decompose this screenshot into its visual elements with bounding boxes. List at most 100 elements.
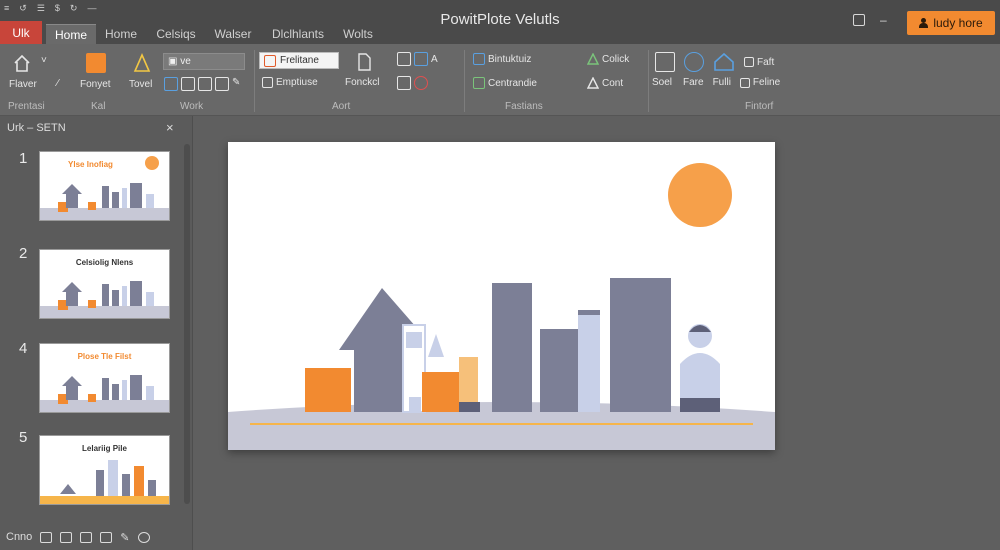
- house-icon[interactable]: [713, 52, 735, 72]
- pane-scrollbar[interactable]: [184, 144, 190, 504]
- tab-wolts[interactable]: Wolts: [338, 24, 378, 44]
- link-icon[interactable]: [181, 77, 195, 91]
- home-paste-icon: [14, 54, 30, 72]
- comment-icon[interactable]: [100, 531, 113, 543]
- word-tools-row: [164, 77, 229, 91]
- mid-bar: [540, 329, 578, 412]
- qat-redo-icon[interactable]: ↻: [70, 3, 78, 14]
- select-icon[interactable]: [744, 57, 754, 67]
- slide-thumbnail-pane: Urk – SETN × 1 Ylse Inofiag 2 Celsiolig …: [0, 116, 193, 550]
- orange-format-icon: [86, 53, 106, 73]
- minimize-icon[interactable]: –: [880, 14, 892, 26]
- tab-celsiqs[interactable]: Celsiqs: [150, 24, 202, 44]
- chart-icon[interactable]: [414, 52, 428, 66]
- font-combo[interactable]: ▣ ve: [163, 53, 245, 70]
- bullets-label: Bintuktuiz: [488, 53, 532, 65]
- slide-canvas[interactable]: [228, 142, 775, 450]
- thumbnail-illustration: [40, 375, 169, 412]
- colick-button[interactable]: Colick: [587, 53, 629, 65]
- group-label-clipboard: Prentasi: [8, 101, 45, 112]
- edit-pen-icon[interactable]: ✎: [120, 531, 129, 544]
- format-painter-icon[interactable]: ∕: [57, 78, 59, 89]
- qat-menu-icon[interactable]: ≡: [4, 3, 9, 14]
- picture-icon[interactable]: [164, 77, 178, 91]
- person-body: [680, 353, 720, 398]
- shape-icon[interactable]: [198, 77, 212, 91]
- qat-customize-icon[interactable]: —: [87, 3, 96, 14]
- centrandie-button[interactable]: Centrandie: [473, 77, 537, 89]
- faft-label[interactable]: Faft: [757, 57, 774, 68]
- grid-icon[interactable]: [655, 52, 675, 72]
- feline-label[interactable]: Feline: [753, 77, 780, 88]
- centrandie-label: Centrandie: [488, 77, 537, 89]
- document-icon[interactable]: [357, 53, 371, 71]
- slide-thumbnail-4[interactable]: Plose Tle Filst: [39, 343, 170, 413]
- tab-walser[interactable]: Walser: [210, 24, 256, 44]
- tab-dlclhlants[interactable]: Dlclhlants: [266, 24, 330, 44]
- cont-button[interactable]: Cont: [587, 77, 623, 89]
- bullets-button[interactable]: Bintuktuiz: [473, 53, 531, 65]
- pen-icon[interactable]: ✎: [232, 77, 240, 88]
- tovel-button[interactable]: [133, 53, 151, 73]
- triangle-icon: [133, 53, 151, 72]
- record-tools-row: [397, 76, 428, 90]
- slide-thumbnail-5[interactable]: Lelariig Pile: [39, 435, 170, 505]
- box-icon[interactable]: [397, 76, 411, 90]
- slide-number: 2: [19, 245, 28, 262]
- slide-thumbnail-2[interactable]: Celsiolig Nlens: [39, 249, 170, 319]
- text-tools-row: A: [397, 52, 438, 66]
- slim-bar: [578, 314, 600, 412]
- slide-illustration: [228, 163, 775, 450]
- pane-statusbar: Cnno ✎: [0, 524, 193, 550]
- refresh-icon[interactable]: [137, 531, 150, 543]
- tab-file[interactable]: Ulk: [0, 21, 42, 44]
- fonyet-label: Fonyet: [80, 79, 111, 90]
- outline-icon: [587, 77, 599, 89]
- soel-label[interactable]: Soel: [652, 77, 672, 88]
- slide-number: 1: [19, 150, 28, 167]
- find-icon[interactable]: [684, 52, 704, 72]
- paste-label: Flaver: [9, 79, 37, 90]
- small-window: [409, 397, 421, 412]
- qat-dollar-icon[interactable]: $: [55, 3, 60, 14]
- notes-icon[interactable]: [80, 531, 93, 543]
- paste-button[interactable]: [12, 53, 32, 73]
- cream-block: [459, 357, 478, 402]
- bullets-icon: [473, 53, 485, 65]
- person-icon: [919, 18, 929, 28]
- fonckcl-label[interactable]: Fonckcl: [345, 77, 379, 88]
- emptiuse-label: Emptiuse: [276, 77, 318, 88]
- editing-labels-row: Soel Fare Fulli Feline: [652, 77, 780, 88]
- paste-dropdown[interactable]: ˅: [41, 55, 47, 66]
- title-bar: ≡ ↺ ☰ $ ↻ — Ulk Home Home Celsiqs Walser…: [0, 0, 1000, 44]
- person-hair: [689, 325, 711, 332]
- ribbon-separator: [254, 50, 255, 112]
- image-icon[interactable]: [397, 52, 411, 66]
- fare-label[interactable]: Fare: [683, 77, 704, 88]
- text-a-icon[interactable]: A: [431, 54, 438, 65]
- window-title: PowitPlote Velutls: [440, 11, 560, 28]
- normal-view-icon[interactable]: [40, 531, 53, 543]
- slide-number: 4: [19, 340, 28, 357]
- slide-thumbnail-1[interactable]: Ylse Inofiag: [39, 151, 170, 221]
- font-combo-value: ▣ ve: [168, 56, 191, 67]
- qat-list-icon[interactable]: ☰: [37, 3, 45, 14]
- quick-access-toolbar: ≡ ↺ ☰ $ ↻ —: [4, 3, 96, 14]
- tab-home[interactable]: Home: [100, 24, 142, 44]
- orange-small-block: [422, 372, 460, 412]
- qat-undo-icon[interactable]: ↺: [19, 3, 27, 14]
- fonyet-button[interactable]: [86, 53, 106, 73]
- person-legs: [680, 398, 720, 412]
- style-combo[interactable]: Frelitane: [259, 52, 339, 69]
- fulli-label[interactable]: Fulli: [713, 77, 731, 88]
- paste-chevron-icon: ˅: [41, 55, 47, 66]
- slide-sorter-icon[interactable]: [60, 531, 73, 543]
- record-icon[interactable]: [414, 76, 428, 90]
- emptiuse-button[interactable]: Emptiuse: [262, 77, 318, 88]
- close-icon[interactable]: ×: [166, 120, 174, 135]
- tab-home-active[interactable]: Home: [46, 24, 96, 44]
- restore-icon[interactable]: [853, 14, 865, 26]
- clear-icon[interactable]: [215, 77, 229, 91]
- help-button[interactable]: ludy hore: [907, 11, 995, 35]
- ribbon-separator: [464, 50, 465, 112]
